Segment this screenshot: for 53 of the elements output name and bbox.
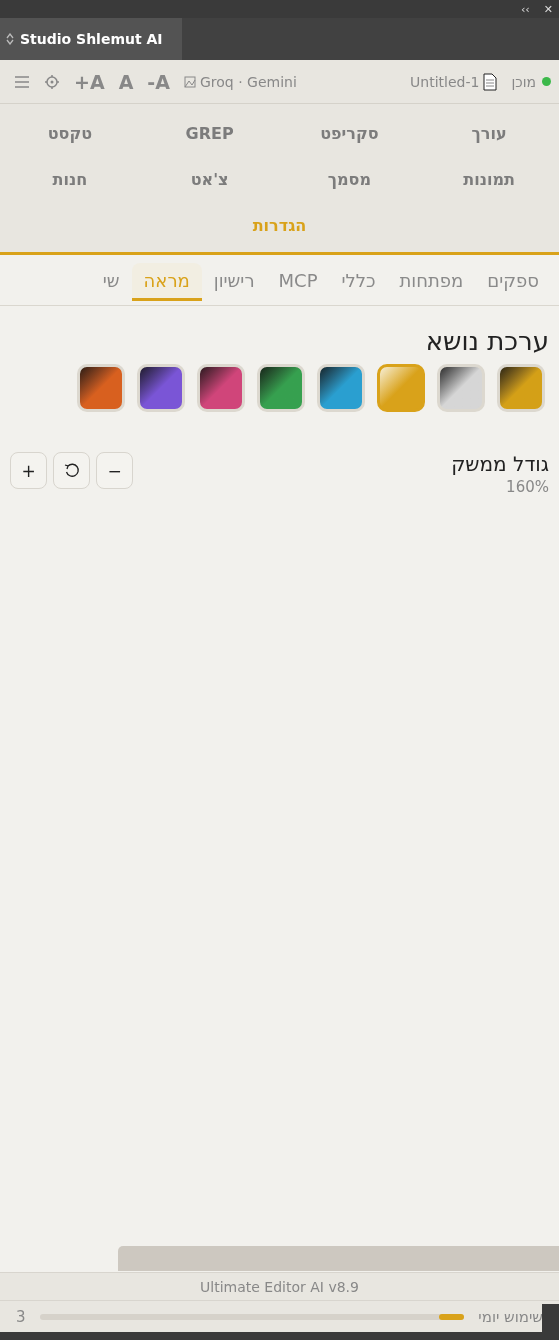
font-size-button[interactable]: -A (147, 70, 170, 93)
settings-button[interactable] (44, 73, 60, 90)
nav-tab[interactable]: צ'אט (139, 156, 280, 202)
close-button[interactable]: ✕ (543, 2, 553, 16)
nav-tab[interactable]: סקריפט (279, 110, 420, 156)
panel-edge (542, 1304, 559, 1332)
settings-tab[interactable]: שי (90, 263, 132, 301)
status-dot (542, 77, 551, 86)
section-heading: ערכת נושא (424, 326, 549, 356)
theme-swatch[interactable] (497, 364, 545, 412)
nav-tab[interactable]: הגדרות (0, 202, 559, 248)
nav-tab[interactable]: עורך (419, 110, 559, 156)
settings-tab[interactable]: רישיון (201, 263, 267, 301)
providers-button[interactable]: Groq · Gemini (183, 73, 297, 90)
nav-tab[interactable]: טקסט (0, 110, 140, 156)
sort-arrows-icon (6, 33, 14, 45)
document-name: Untitled-1 (410, 73, 480, 90)
theme-swatch[interactable] (77, 364, 125, 412)
theme-swatch[interactable] (377, 364, 425, 412)
document-icon (483, 72, 498, 91)
settings-tab[interactable]: מראה (131, 263, 202, 301)
version-text: Ultimate Editor AI v8.9 (200, 1278, 359, 1295)
settings-tab[interactable]: כללי (329, 263, 388, 301)
status-text: מוכן (511, 73, 536, 90)
theme-swatch[interactable] (197, 364, 245, 412)
settings-tab[interactable]: מפתחות (387, 263, 476, 301)
nav-tab[interactable]: GREP (139, 110, 280, 156)
settings-tab[interactable]: ספקים (475, 263, 551, 301)
theme-swatch[interactable] (437, 364, 485, 412)
setting-label: גודל ממשק (451, 452, 549, 476)
usage-label: שימוש יומי (478, 1307, 543, 1326)
menu-icon (14, 74, 30, 89)
decrease-button[interactable]: − (96, 452, 133, 489)
image-icon (183, 75, 196, 88)
scrollbar-thumb[interactable] (118, 1246, 559, 1271)
settings-icon (44, 73, 60, 90)
settings-tab[interactable]: MCP (266, 263, 330, 301)
theme-swatch[interactable] (137, 364, 185, 412)
nav-tab[interactable]: חנות (0, 156, 140, 202)
collapse-button[interactable]: ‹‹ (520, 2, 530, 16)
nav-tab[interactable]: תמונות (419, 156, 559, 202)
reset-icon (62, 461, 81, 480)
reset-button[interactable] (53, 452, 90, 489)
increase-button[interactable]: + (10, 452, 47, 489)
nav-tab[interactable]: מסמך (279, 156, 420, 202)
theme-swatch[interactable] (317, 364, 365, 412)
font-size-button[interactable]: A (118, 70, 134, 93)
panel-title: Studio Shlemut AI (20, 31, 163, 47)
usage-count: 3 (16, 1307, 26, 1326)
theme-swatch[interactable] (257, 364, 305, 412)
panel-tab[interactable]: Studio Shlemut AI (0, 18, 182, 60)
font-size-button[interactable]: +A (74, 70, 105, 93)
setting-value: 160% (505, 478, 549, 496)
